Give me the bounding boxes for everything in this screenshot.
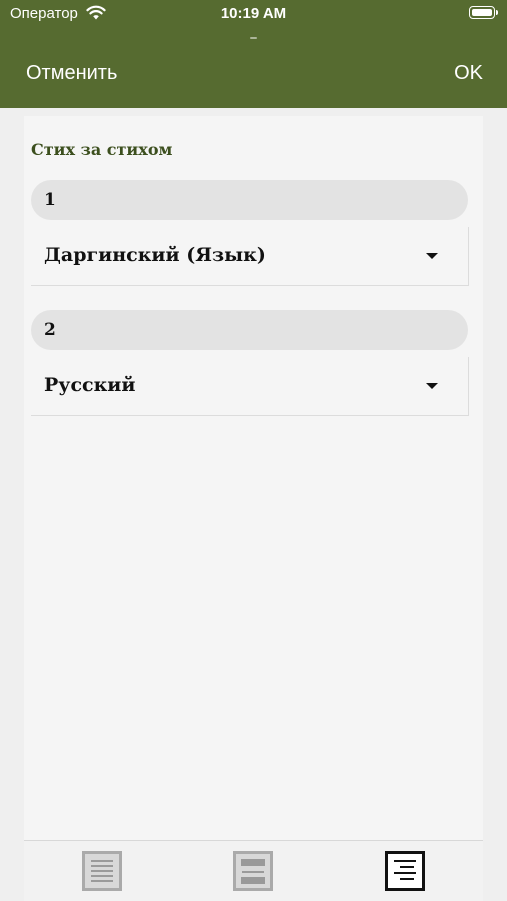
caret-down-icon xyxy=(426,383,438,389)
cancel-button[interactable]: Отменить xyxy=(26,62,117,85)
slot-1-number: 1 xyxy=(44,190,56,210)
slot-2-language-label: Русский xyxy=(44,374,136,396)
slot-1-header: 1 xyxy=(31,180,468,220)
status-bar: Оператор 10:19 AM xyxy=(0,0,507,30)
top-bar: Оператор 10:19 AM Отменить OK xyxy=(0,0,507,108)
ok-button[interactable]: OK xyxy=(454,62,483,85)
slot-2-number: 2 xyxy=(44,320,56,340)
slot-1-language-dropdown[interactable]: Даргинский (Язык) xyxy=(31,227,469,286)
layout-tab-bar xyxy=(24,840,483,901)
single-column-layout-icon[interactable] xyxy=(82,851,122,891)
two-pane-layout-icon[interactable] xyxy=(233,851,273,891)
slot-2-header: 2 xyxy=(31,310,468,350)
caret-down-icon xyxy=(426,253,438,259)
layout-settings-panel: Стих за стихом 1 Даргинский (Язык) 2 Рус… xyxy=(24,116,483,840)
sheet-grabber[interactable] xyxy=(250,37,257,39)
verse-by-verse-layout-icon[interactable] xyxy=(385,851,425,891)
slot-2-language-dropdown[interactable]: Русский xyxy=(31,357,469,416)
status-time: 10:19 AM xyxy=(220,5,287,22)
slot-1-language-label: Даргинский (Язык) xyxy=(44,244,266,266)
battery-icon xyxy=(469,6,498,19)
section-title: Стих за стихом xyxy=(31,140,173,159)
